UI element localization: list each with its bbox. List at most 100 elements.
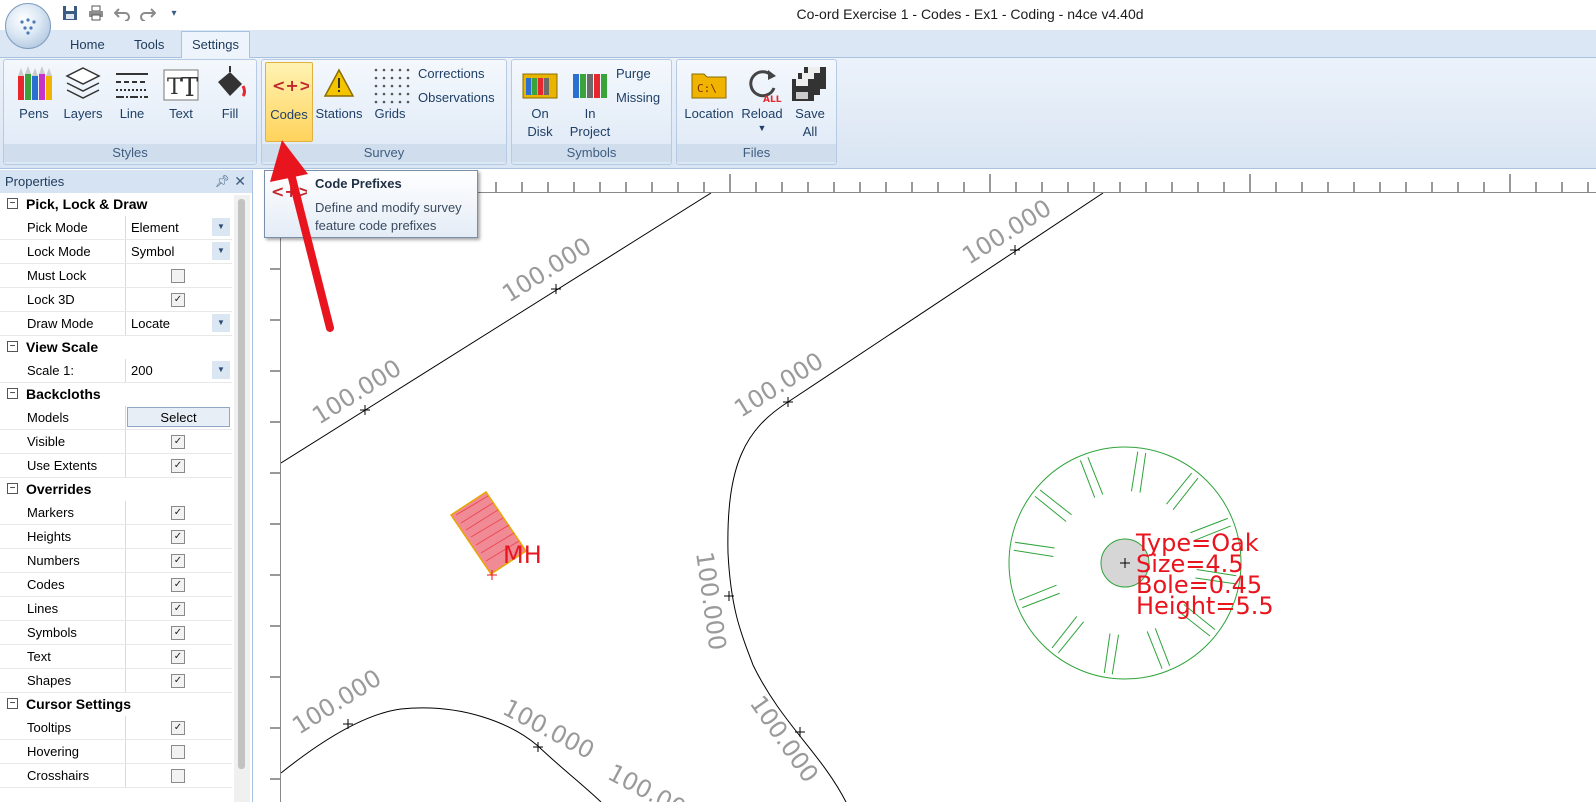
property-use-extents[interactable]: Use Extents ✓ xyxy=(0,454,232,478)
text-checkbox[interactable]: ✓ xyxy=(171,650,185,664)
manhole-symbol[interactable]: MH xyxy=(449,490,542,580)
property-text[interactable]: Text ✓ xyxy=(0,645,232,669)
category-pick-lock-draw[interactable]: − Pick, Lock & Draw xyxy=(0,193,232,216)
property-lines[interactable]: Lines ✓ xyxy=(0,597,232,621)
property-label: Crosshairs xyxy=(0,764,126,787)
crosshairs-checkbox[interactable] xyxy=(171,769,185,783)
lock-3d-checkbox[interactable]: ✓ xyxy=(171,293,185,307)
scrollbar-thumb[interactable] xyxy=(238,199,245,769)
text-button[interactable]: T T Text xyxy=(157,64,205,123)
title-bar: ▾ Co-ord Exercise 1 - Codes - Ex1 - Codi… xyxy=(0,0,1596,30)
tab-tools[interactable]: Tools xyxy=(124,34,174,56)
on-disk-label-2: Disk xyxy=(527,124,553,139)
property-label: Codes xyxy=(0,573,126,596)
heights-checkbox[interactable]: ✓ xyxy=(171,530,185,544)
property-crosshairs[interactable]: Crosshairs xyxy=(0,764,232,788)
property-symbols[interactable]: Symbols ✓ xyxy=(0,621,232,645)
stations-button[interactable]: Stations xyxy=(314,64,364,123)
location-button[interactable]: C:\ Location xyxy=(680,64,738,123)
property-pick-mode[interactable]: Pick Mode Element ▼ xyxy=(0,216,232,240)
property-tooltips[interactable]: Tooltips ✓ xyxy=(0,716,232,740)
property-hovering[interactable]: Hovering xyxy=(0,740,232,764)
property-shapes[interactable]: Shapes ✓ xyxy=(0,669,232,693)
collapse-icon[interactable]: − xyxy=(7,198,18,209)
property-label: Lock 3D xyxy=(0,288,126,311)
property-markers[interactable]: Markers ✓ xyxy=(0,501,232,525)
collapse-icon[interactable]: − xyxy=(7,698,18,709)
property-visible[interactable]: Visible ✓ xyxy=(0,430,232,454)
property-lock-mode[interactable]: Lock Mode Symbol ▼ xyxy=(0,240,232,264)
contour-label: 100.000 xyxy=(287,664,386,740)
on-disk-button[interactable]: On Disk xyxy=(516,64,564,141)
line-button[interactable]: Line xyxy=(108,64,156,123)
category-label: View Scale xyxy=(26,339,99,355)
missing-button[interactable]: Missing xyxy=(616,90,660,105)
category-cursor-settings[interactable]: − Cursor Settings xyxy=(0,693,232,716)
shapes-checkbox[interactable]: ✓ xyxy=(171,674,185,688)
scale-select[interactable]: 200 ▼ xyxy=(127,359,231,382)
property-label: Lines xyxy=(0,597,126,620)
markers-checkbox[interactable]: ✓ xyxy=(171,506,185,520)
reload-icon: ALL xyxy=(749,70,782,104)
close-icon[interactable]: ✕ xyxy=(234,170,246,193)
pens-label: Pens xyxy=(19,106,49,121)
reload-dropdown-icon[interactable]: ▼ xyxy=(739,123,785,133)
property-lock-3d[interactable]: Lock 3D ✓ xyxy=(0,288,232,312)
reload-button[interactable]: ALL Reload ▼ xyxy=(739,64,785,133)
pens-button[interactable]: Pens xyxy=(10,64,58,123)
group-styles: Pens Layers Line T T Text Fill Styles xyxy=(3,59,257,165)
visible-checkbox[interactable]: ✓ xyxy=(171,435,185,449)
tree-symbol[interactable]: Type=Oak Size=4.5 Bole=0.45 Height=5.5 xyxy=(1008,446,1274,680)
observations-button[interactable]: Observations xyxy=(418,90,495,105)
pick-mode-select[interactable]: Element ▼ xyxy=(127,216,231,239)
codes-checkbox[interactable]: ✓ xyxy=(171,578,185,592)
codes-button[interactable]: <+> Codes xyxy=(265,62,313,142)
lines-checkbox[interactable]: ✓ xyxy=(171,602,185,616)
property-numbers[interactable]: Numbers ✓ xyxy=(0,549,232,573)
category-overrides[interactable]: − Overrides xyxy=(0,478,232,501)
symbols-checkbox[interactable]: ✓ xyxy=(171,626,185,640)
corrections-button[interactable]: Corrections xyxy=(418,66,484,81)
in-project-button[interactable]: In Project xyxy=(565,64,615,141)
contour-line[interactable] xyxy=(787,193,1104,403)
category-view-scale[interactable]: − View Scale xyxy=(0,336,232,359)
properties-scrollbar[interactable] xyxy=(234,195,250,802)
draw-mode-select[interactable]: Locate ▼ xyxy=(127,312,231,335)
use-extents-checkbox[interactable]: ✓ xyxy=(171,459,185,473)
tooltips-checkbox[interactable]: ✓ xyxy=(171,721,185,735)
pin-icon[interactable]: 📌︎ xyxy=(215,170,230,193)
location-label: Location xyxy=(684,106,734,121)
tab-home[interactable]: Home xyxy=(60,34,115,56)
grids-button[interactable]: Grids xyxy=(366,64,414,123)
tab-settings[interactable]: Settings xyxy=(181,31,250,58)
property-scale[interactable]: Scale 1: 200 ▼ xyxy=(0,359,232,383)
property-codes[interactable]: Codes ✓ xyxy=(0,573,232,597)
collapse-icon[interactable]: − xyxy=(7,341,18,352)
chevron-down-icon[interactable]: ▼ xyxy=(212,314,230,332)
drawing-canvas[interactable]: 100.000 100.000 100.000 100.000 100.000 … xyxy=(281,193,1596,802)
collapse-icon[interactable]: − xyxy=(7,388,18,399)
chevron-down-icon[interactable]: ▼ xyxy=(212,218,230,236)
chevron-down-icon[interactable]: ▼ xyxy=(212,242,230,260)
property-models[interactable]: Models Select xyxy=(0,406,232,430)
hovering-checkbox[interactable] xyxy=(171,745,185,759)
application-menu-button[interactable] xyxy=(5,3,51,49)
layers-icon xyxy=(65,67,101,99)
lock-mode-select[interactable]: Symbol ▼ xyxy=(127,240,231,263)
drawing-svg[interactable]: 100.000 100.000 100.000 100.000 100.000 … xyxy=(281,193,1596,802)
property-draw-mode[interactable]: Draw Mode Locate ▼ xyxy=(0,312,232,336)
fill-button[interactable]: Fill xyxy=(206,64,254,123)
save-all-button[interactable]: Save All xyxy=(786,64,834,141)
must-lock-checkbox[interactable] xyxy=(171,269,185,283)
layers-button[interactable]: Layers xyxy=(59,64,107,123)
survey-point-markers xyxy=(343,245,1020,752)
numbers-checkbox[interactable]: ✓ xyxy=(171,554,185,568)
property-heights[interactable]: Heights ✓ xyxy=(0,525,232,549)
purge-button[interactable]: Purge xyxy=(616,66,651,81)
property-label: Heights xyxy=(0,525,126,548)
category-backcloths[interactable]: − Backcloths xyxy=(0,383,232,406)
chevron-down-icon[interactable]: ▼ xyxy=(212,361,230,379)
property-must-lock[interactable]: Must Lock xyxy=(0,264,232,288)
models-select-button[interactable]: Select xyxy=(127,407,230,427)
collapse-icon[interactable]: − xyxy=(7,483,18,494)
